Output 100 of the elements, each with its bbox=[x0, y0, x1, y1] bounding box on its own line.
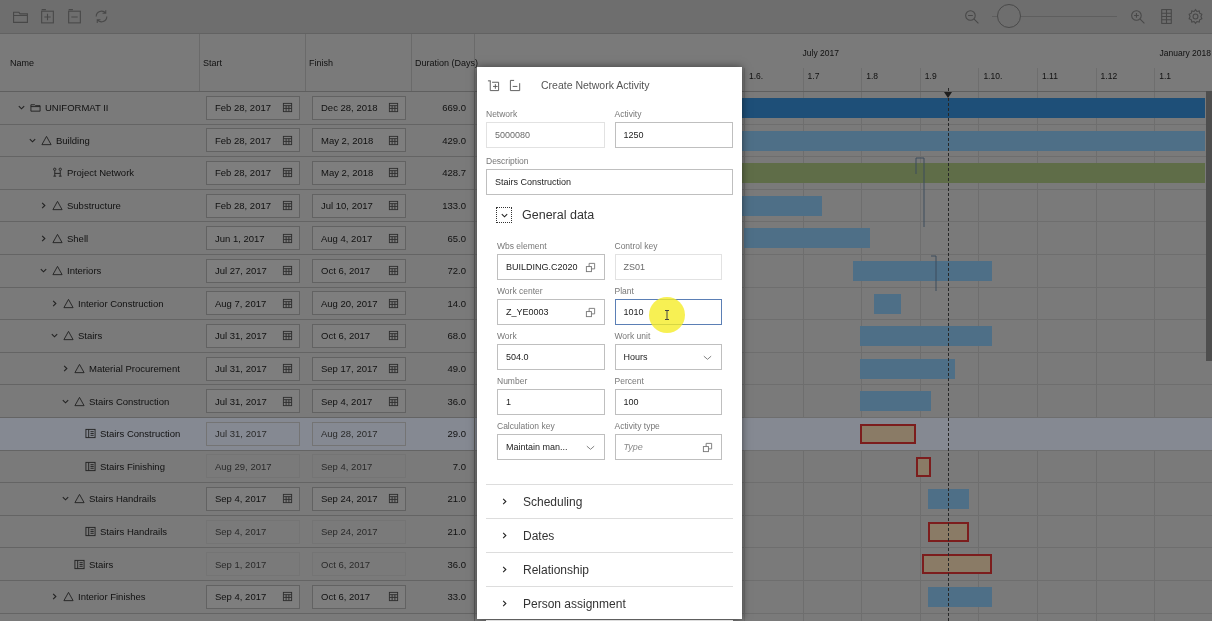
scrollbar[interactable] bbox=[1206, 91, 1212, 361]
calendar-icon[interactable] bbox=[388, 167, 399, 179]
date-field[interactable]: Jul 27, 2017 bbox=[206, 258, 300, 283]
calendar-icon[interactable] bbox=[388, 102, 399, 114]
tree-item-label[interactable]: Interiors bbox=[67, 265, 102, 277]
table-row[interactable]: Project Network Feb 28, 2017 May 2, 2018 428.7 bbox=[0, 157, 474, 190]
table-row[interactable]: Stairs Handrails Sep 4, 2017 Sep 24, 2017 21.0 bbox=[0, 483, 474, 516]
section-header[interactable]: Relationship bbox=[486, 552, 733, 586]
date-field[interactable]: Aug 20, 2017 bbox=[312, 291, 406, 316]
calendar-icon[interactable] bbox=[282, 167, 293, 179]
outdent-icon[interactable] bbox=[509, 78, 522, 92]
calendar-icon[interactable] bbox=[282, 200, 293, 212]
input-field[interactable]: Z_YE0003 bbox=[497, 299, 605, 325]
tree-item-label[interactable]: Stairs Construction bbox=[100, 428, 181, 440]
date-field[interactable]: Sep 24, 2017 bbox=[312, 486, 406, 511]
date-field[interactable]: Feb 28, 2017 bbox=[206, 128, 300, 153]
tree-item-label[interactable]: UNIFORMAT II bbox=[45, 102, 109, 114]
date-field[interactable]: May 2, 2018 bbox=[312, 128, 406, 153]
zoom-slider[interactable] bbox=[992, 3, 1117, 30]
calendar-icon[interactable] bbox=[388, 363, 399, 375]
table-row[interactable]: Stairs Construction Jul 31, 2017 Sep 4, 2017 36.0 bbox=[0, 385, 474, 418]
date-field[interactable]: Sep 17, 2017 bbox=[312, 356, 406, 381]
column-header[interactable]: Name bbox=[10, 57, 34, 68]
tree-item-label[interactable]: Stairs Handrails bbox=[100, 526, 168, 537]
date-field[interactable]: Feb 28, 2017 bbox=[206, 95, 300, 120]
calendar-icon[interactable] bbox=[282, 363, 293, 375]
tree-item-label[interactable]: Interior Finishes bbox=[78, 591, 146, 603]
chevron-icon[interactable] bbox=[500, 497, 509, 506]
column-header[interactable]: Finish bbox=[309, 57, 333, 68]
slider-thumb[interactable] bbox=[997, 3, 1022, 28]
calendar-icon[interactable] bbox=[282, 591, 293, 603]
input-field[interactable]: Stairs Construction bbox=[486, 169, 733, 195]
input-field[interactable]: Type bbox=[614, 434, 722, 460]
select-field[interactable]: Hours bbox=[614, 344, 722, 370]
tree-item-label[interactable]: Shell bbox=[67, 232, 89, 244]
section-header[interactable]: Dates bbox=[486, 518, 733, 552]
section-header[interactable]: Person assignment bbox=[486, 586, 733, 620]
table-row[interactable]: Stairs Sep 1, 2017 Oct 6, 2017 36.0 bbox=[0, 548, 474, 581]
columns-icon[interactable] bbox=[1158, 8, 1175, 25]
date-field[interactable]: Jul 10, 2017 bbox=[312, 193, 406, 218]
table-row[interactable]: Building Feb 28, 2017 May 2, 2018 429.0 bbox=[0, 124, 474, 158]
date-field[interactable]: Aug 7, 2017 bbox=[206, 291, 300, 316]
calendar-icon[interactable] bbox=[388, 265, 399, 277]
input-field[interactable]: BUILDING.C2020 bbox=[497, 254, 605, 280]
date-field[interactable]: May 2, 2018 bbox=[312, 161, 406, 185]
calendar-icon[interactable] bbox=[282, 102, 293, 114]
date-field[interactable]: Feb 28, 2017 bbox=[206, 193, 300, 218]
calendar-icon[interactable] bbox=[388, 493, 399, 505]
table-row[interactable]: Interior Construction Aug 7, 2017 Aug 20, 2017 14.0 bbox=[0, 287, 474, 321]
date-field[interactable]: Sep 4, 2017 bbox=[312, 389, 406, 414]
column-header[interactable]: Duration (Days) bbox=[415, 57, 479, 68]
input-field[interactable]: 1 bbox=[497, 389, 605, 415]
value-help-icon[interactable] bbox=[702, 441, 713, 453]
date-field[interactable]: Oct 6, 2017 bbox=[312, 584, 406, 609]
date-field[interactable]: Sep 4, 2017 bbox=[206, 584, 300, 609]
date-field[interactable]: Jul 31, 2017 bbox=[206, 323, 300, 348]
table-row[interactable]: Interiors Jul 27, 2017 Oct 6, 2017 72.0 bbox=[0, 254, 474, 288]
calendar-icon[interactable] bbox=[282, 134, 293, 146]
date-field[interactable]: Jul 31, 2017 bbox=[206, 356, 300, 381]
tree-item-label[interactable]: Stairs Finishing bbox=[100, 460, 165, 472]
date-field[interactable]: Oct 6, 2017 bbox=[312, 258, 406, 283]
table-row[interactable]: Shell Jun 1, 2017 Aug 4, 2017 65.0 bbox=[0, 222, 474, 255]
tree-item-label[interactable]: Interior Construction bbox=[78, 297, 164, 309]
calendar-icon[interactable] bbox=[388, 591, 399, 603]
indent-icon[interactable] bbox=[487, 78, 500, 92]
date-field[interactable]: Aug 4, 2017 bbox=[312, 226, 406, 251]
tree-item-label[interactable]: Substructure bbox=[67, 200, 121, 212]
table-row[interactable]: Stairs Jul 31, 2017 Oct 6, 2017 68.0 bbox=[0, 320, 474, 353]
chevron-icon[interactable] bbox=[500, 531, 509, 540]
calendar-icon[interactable] bbox=[388, 395, 399, 407]
zoom-in-icon[interactable] bbox=[1129, 8, 1146, 25]
table-row[interactable]: Material Procurement Jul 31, 2017 Sep 17, 2017 49.0 bbox=[0, 352, 474, 386]
refresh-icon[interactable] bbox=[93, 8, 110, 25]
date-field[interactable]: Oct 6, 2017 bbox=[312, 323, 406, 348]
expand-all-icon[interactable] bbox=[39, 8, 56, 25]
calendar-icon[interactable] bbox=[282, 297, 293, 309]
tree-item-label[interactable]: Building bbox=[56, 134, 90, 146]
calendar-icon[interactable] bbox=[388, 330, 399, 342]
section-header[interactable]: Scheduling bbox=[486, 484, 733, 518]
date-field[interactable]: Jun 1, 2017 bbox=[206, 226, 300, 251]
value-help-icon[interactable] bbox=[584, 261, 596, 273]
table-row[interactable]: Stairs Handrails Sep 4, 2017 Sep 24, 2017 21.0 bbox=[0, 515, 474, 549]
column-header[interactable]: Start bbox=[203, 57, 222, 68]
tree-item-label[interactable]: Stairs Handrails bbox=[89, 493, 157, 505]
calendar-icon[interactable] bbox=[282, 265, 293, 277]
date-field[interactable]: Jul 31, 2017 bbox=[206, 389, 300, 414]
calendar-icon[interactable] bbox=[282, 493, 293, 505]
tree-item-label[interactable]: Stairs bbox=[89, 558, 114, 570]
calendar-icon[interactable] bbox=[388, 297, 399, 309]
calendar-icon[interactable] bbox=[388, 134, 399, 146]
calendar-icon[interactable] bbox=[388, 232, 399, 244]
table-row[interactable]: Stairs Finishing Aug 29, 2017 Sep 4, 2017 7.0 bbox=[0, 450, 474, 484]
zoom-out-icon[interactable] bbox=[963, 8, 980, 25]
input-field[interactable]: 504.0 bbox=[497, 344, 605, 370]
calendar-icon[interactable] bbox=[282, 232, 293, 244]
tree-item-label[interactable]: Stairs bbox=[78, 330, 103, 342]
tree-item-label[interactable]: Project Network bbox=[67, 167, 135, 179]
input-field[interactable]: 1250 bbox=[614, 122, 733, 148]
table-row[interactable]: Interior Finishes Sep 4, 2017 Oct 6, 2017 33.0 bbox=[0, 580, 474, 614]
tree-item-label[interactable]: Material Procurement bbox=[89, 363, 180, 375]
